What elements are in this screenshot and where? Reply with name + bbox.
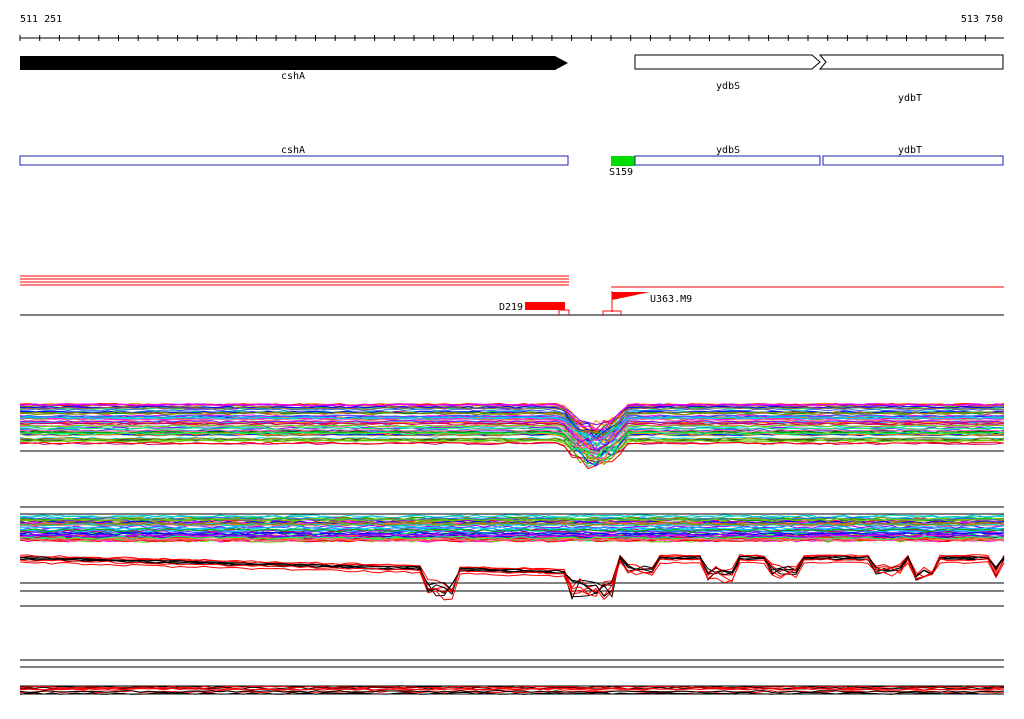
operon-track: cshA S159 ydbS ydbT	[19, 145, 1004, 178]
gene-arrow-ydbt[interactable]	[818, 54, 1004, 70]
expression-profile-line	[19, 561, 1005, 601]
expression-profile-line	[19, 431, 1005, 463]
expression-profile-line	[19, 432, 1005, 461]
expression-panel-red-black-2	[19, 659, 1005, 695]
expression-profile-line	[19, 558, 1005, 601]
expression-profile-line	[19, 441, 1005, 470]
gene-label-ydbs: ydbS	[716, 81, 740, 92]
operon-box-ydbt[interactable]	[822, 155, 1004, 166]
terminator-marker	[558, 309, 570, 315]
coordinate-end-label: 513 750	[961, 14, 1003, 25]
coordinate-ruler	[19, 35, 1004, 41]
genome-track-view: 511 251 513 750 cshA ydbS ydbT cshA S159…	[19, 14, 1005, 695]
terminator-label: D219	[499, 302, 523, 313]
transcription-unit-track: D219 U363.M9	[20, 275, 1004, 316]
expression-panel-multicolor-2	[19, 506, 1005, 543]
terminator-box[interactable]	[525, 302, 565, 310]
operon-box-csha[interactable]	[19, 155, 569, 166]
operon-label-ydbt: ydbT	[898, 145, 922, 156]
promoter-label: S159	[609, 167, 633, 178]
gene-annotation-track: cshA ydbS ydbT	[20, 54, 1004, 104]
gene-label-ydbt: ydbT	[898, 93, 922, 104]
genome-browser: 511 251 513 750 cshA ydbS ydbT cshA S159…	[0, 0, 1024, 714]
gene-label-csha: cshA	[281, 71, 305, 82]
operon-label-csha: cshA	[281, 145, 305, 156]
coordinate-start-label: 511 251	[20, 14, 62, 25]
transcript-label: U363.M9	[650, 294, 692, 305]
expression-panel-red-black	[19, 554, 1005, 607]
gene-arrow-ydbs[interactable]	[634, 54, 821, 70]
promoter-box[interactable]	[611, 156, 635, 166]
expression-profile-line	[19, 431, 1005, 459]
expression-panel-multicolor	[19, 402, 1005, 470]
operon-box-ydbs[interactable]	[634, 155, 821, 166]
transcript-start-flag[interactable]	[612, 292, 650, 300]
expression-profile-line	[19, 441, 1005, 463]
operon-label-ydbs: ydbS	[716, 145, 740, 156]
gene-arrow-csha[interactable]	[20, 56, 568, 70]
